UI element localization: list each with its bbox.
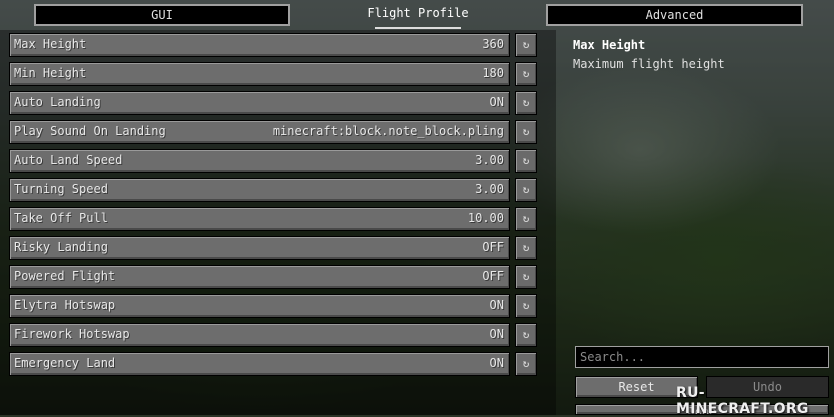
reset-powered-flight-icon[interactable]: ↻ xyxy=(515,265,537,289)
option-value: 360 xyxy=(482,37,504,51)
option-value: ON xyxy=(489,327,504,341)
tab-gui[interactable]: GUI xyxy=(34,4,290,26)
options-list: Max Height 360 ↻ Min Height 180 ↻ Auto Lan… xyxy=(0,30,556,415)
tab-flight-profile[interactable]: Flight Profile xyxy=(360,4,476,29)
option-label: Auto Landing xyxy=(14,95,101,109)
option-value: OFF xyxy=(482,240,504,254)
option-powered-flight[interactable]: Powered Flight OFF xyxy=(9,265,510,289)
option-value: 3.00 xyxy=(475,182,504,196)
option-risky-landing[interactable]: Risky Landing OFF xyxy=(9,236,510,260)
option-value: ON xyxy=(489,356,504,370)
option-auto-landing[interactable]: Auto Landing ON xyxy=(9,91,510,115)
option-label: Auto Land Speed xyxy=(14,153,123,167)
reset-elytra-hotswap-icon[interactable]: ↻ xyxy=(515,294,537,318)
option-value: 10.00 xyxy=(467,211,504,225)
description-text: Maximum flight height xyxy=(573,57,725,71)
option-label: Max Height xyxy=(14,37,87,51)
reset-play-sound-icon[interactable]: ↻ xyxy=(515,120,537,144)
reset-firework-hotswap-icon[interactable]: ↻ xyxy=(515,323,537,347)
option-label: Elytra Hotswap xyxy=(14,298,116,312)
option-turning-speed[interactable]: Turning Speed 3.00 xyxy=(9,178,510,202)
reset-auto-land-speed-icon[interactable]: ↻ xyxy=(515,149,537,173)
option-label: Powered Flight xyxy=(14,269,116,283)
option-value: minecraft:block.note_block.pling xyxy=(272,124,504,138)
tab-advanced[interactable]: Advanced xyxy=(546,4,803,26)
option-auto-land-speed[interactable]: Auto Land Speed 3.00 xyxy=(9,149,510,173)
option-elytra-hotswap[interactable]: Elytra Hotswap ON xyxy=(9,294,510,318)
option-label: Firework Hotswap xyxy=(14,327,130,341)
option-firework-hotswap[interactable]: Firework Hotswap ON xyxy=(9,323,510,347)
reset-turning-speed-icon[interactable]: ↻ xyxy=(515,178,537,202)
watermark-text: RU-MINECRAFT.ORG xyxy=(676,385,809,417)
option-label: Min Height xyxy=(14,66,87,80)
reset-emergency-land-icon[interactable]: ↻ xyxy=(515,352,537,376)
option-value: OFF xyxy=(482,269,504,283)
option-take-off-pull[interactable]: Take Off Pull 10.00 xyxy=(9,207,510,231)
search-input[interactable]: Search... xyxy=(575,346,829,368)
option-emergency-land[interactable]: Emergency Land ON xyxy=(9,352,510,376)
option-value: ON xyxy=(489,298,504,312)
reset-min-height-icon[interactable]: ↻ xyxy=(515,62,537,86)
reset-risky-landing-icon[interactable]: ↻ xyxy=(515,236,537,260)
reset-auto-landing-icon[interactable]: ↻ xyxy=(515,91,537,115)
reset-max-height-icon[interactable]: ↻ xyxy=(515,33,537,57)
option-label: Risky Landing xyxy=(14,240,108,254)
option-value: 3.00 xyxy=(475,153,504,167)
option-label: Take Off Pull xyxy=(14,211,108,225)
option-min-height[interactable]: Min Height 180 xyxy=(9,62,510,86)
option-value: 180 xyxy=(482,66,504,80)
reset-take-off-pull-icon[interactable]: ↻ xyxy=(515,207,537,231)
option-max-height[interactable]: Max Height 360 xyxy=(9,33,510,57)
option-value: ON xyxy=(489,95,504,109)
description-title: Max Height xyxy=(573,38,646,52)
option-label: Emergency Land xyxy=(14,356,116,370)
option-label: Turning Speed xyxy=(14,182,108,196)
option-play-sound-on-landing[interactable]: Play Sound On Landing minecraft:block.not… xyxy=(9,120,510,144)
option-label: Play Sound On Landing xyxy=(14,124,166,138)
